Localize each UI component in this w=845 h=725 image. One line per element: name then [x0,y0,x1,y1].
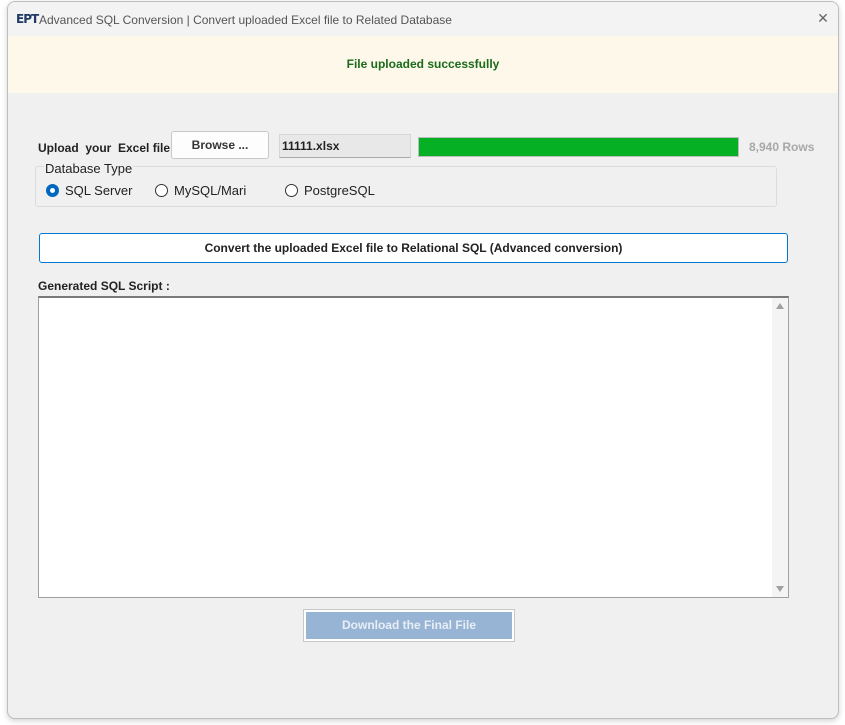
radio-label-sql-server: SQL Server [65,183,133,198]
radio-button-icon[interactable] [285,184,298,197]
app-logo-icon: EPT [16,12,39,26]
vertical-scrollbar[interactable] [772,298,788,597]
scroll-up-arrow-icon[interactable] [776,303,784,309]
status-banner: File uploaded successfully [8,36,838,93]
title-bar: EPT Advanced SQL Conversion | Convert up… [8,2,838,36]
radio-button-icon[interactable] [155,184,168,197]
convert-button[interactable]: Convert the uploaded Excel file to Relat… [39,233,788,263]
scroll-down-arrow-icon[interactable] [776,586,784,592]
radio-label-mysql-mari: MySQL/Mari [174,183,247,198]
radio-sql-server[interactable]: SQL Server [46,183,132,198]
radio-button-icon[interactable] [46,184,59,197]
database-type-legend: Database Type [44,161,134,176]
download-button[interactable]: Download the Final File [303,609,515,642]
download-button-label: Download the Final File [306,612,512,639]
radio-label-postgresql: PostgreSQL [304,183,375,198]
close-icon: ✕ [817,11,829,27]
row-count-label: 8,940 Rows [749,140,815,154]
progress-fill [419,138,738,156]
sql-script-label: Generated SQL Script : [38,279,170,293]
file-name-field[interactable]: 11111.xlsx [279,134,411,158]
window-title: Advanced SQL Conversion | Convert upload… [39,13,452,27]
radio-mysql-mari[interactable]: MySQL/Mari [155,183,246,198]
radio-postgresql[interactable]: PostgreSQL [285,183,375,198]
close-button[interactable]: ✕ [808,2,838,36]
sql-script-textarea[interactable] [38,296,789,598]
upload-label: Upload your Excel file : [38,141,178,155]
upload-progress-bar [418,137,739,157]
database-type-group [35,166,777,207]
browse-button[interactable]: Browse ... [171,131,269,159]
